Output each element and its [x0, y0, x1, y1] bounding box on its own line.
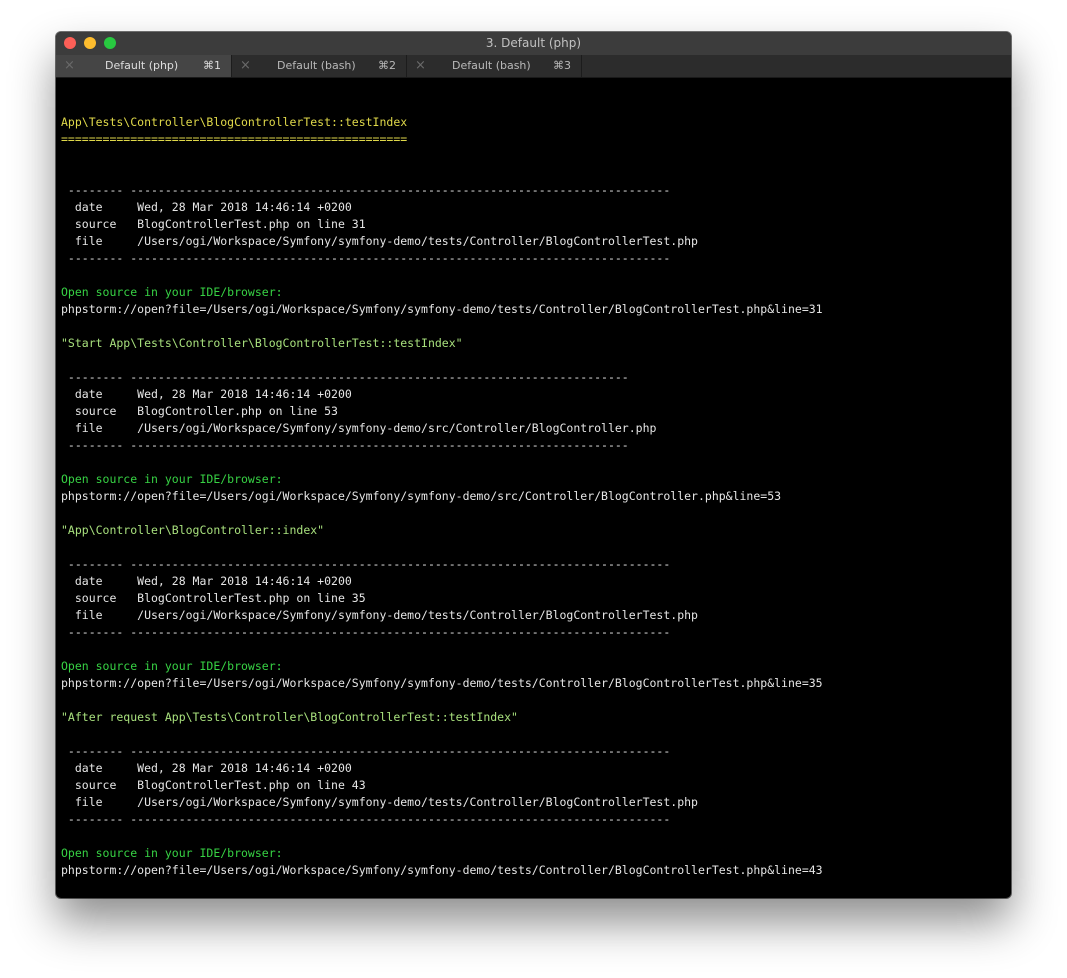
terminal-line: date Wed, 28 Mar 2018 14:46:14 +0200: [61, 387, 352, 401]
terminal-line: -------- -------------------------------…: [61, 812, 678, 826]
tab-label: Default (bash): [452, 59, 531, 72]
terminal-line: -------- -------------------------------…: [61, 744, 678, 758]
terminal-line: "After request App\Tests\Controller\Blog…: [61, 710, 518, 724]
close-icon[interactable]: ×: [64, 58, 75, 73]
terminal-output[interactable]: App\Tests\Controller\BlogControllerTest:…: [61, 97, 823, 898]
terminal-line: file /Users/ogi/Workspace/Symfony/symfon…: [61, 795, 698, 809]
terminal-line: phpstorm://open?file=/Users/ogi/Workspac…: [61, 676, 823, 690]
terminal-line: source BlogControllerTest.php on line 35: [61, 591, 366, 605]
tab-shortcut: ⌘2: [378, 59, 396, 72]
terminal-line: file /Users/ogi/Workspace/Symfony/symfon…: [61, 234, 698, 248]
terminal-line: file /Users/ogi/Workspace/Symfony/symfon…: [61, 421, 657, 435]
title-bar: 3. Default (php): [56, 32, 1011, 55]
tab-shortcut: ⌘3: [553, 59, 571, 72]
terminal-line: Open source in your IDE/browser:: [61, 472, 283, 486]
terminal-line: source BlogControllerTest.php on line 31: [61, 217, 366, 231]
terminal-line: Open source in your IDE/browser:: [61, 846, 283, 860]
terminal-line: Open source in your IDE/browser:: [61, 285, 283, 299]
tab-default-php[interactable]: × Default (php) ⌘1: [56, 55, 232, 77]
terminal-line: source BlogControllerTest.php on line 43: [61, 778, 366, 792]
terminal-line: ========================================…: [61, 132, 408, 146]
terminal-line: -------- -------------------------------…: [61, 625, 678, 639]
terminal-line: date Wed, 28 Mar 2018 14:46:14 +0200: [61, 761, 352, 775]
close-icon[interactable]: ×: [240, 58, 251, 73]
tab-default-bash-3[interactable]: × Default (bash) ⌘3: [407, 55, 582, 77]
terminal-line: -------- -------------------------------…: [61, 251, 678, 265]
terminal-line: "Start App\Tests\Controller\BlogControll…: [61, 336, 463, 350]
terminal-line: "End App\Tests\Controller\BlogController…: [61, 896, 823, 898]
terminal-line: -------- -------------------------------…: [61, 183, 678, 197]
terminal-line: source BlogController.php on line 53: [61, 404, 338, 418]
tab-shortcut: ⌘1: [203, 59, 221, 72]
terminal-line: date Wed, 28 Mar 2018 14:46:14 +0200: [61, 574, 352, 588]
close-icon[interactable]: ×: [415, 58, 426, 73]
tab-label: Default (bash): [277, 59, 356, 72]
terminal-line: -------- -------------------------------…: [61, 370, 636, 384]
tab-bar: × Default (php) ⌘1 × Default (bash) ⌘2 ×…: [56, 55, 1011, 78]
window-title: 3. Default (php): [485, 36, 582, 50]
terminal-line: phpstorm://open?file=/Users/ogi/Workspac…: [61, 489, 782, 503]
terminal-line: Open source in your IDE/browser:: [61, 659, 283, 673]
terminal-line: -------- -------------------------------…: [61, 557, 678, 571]
terminal-line: App\Tests\Controller\BlogControllerTest:…: [61, 115, 408, 129]
tab-label: Default (php): [105, 59, 179, 72]
terminal-line: "App\Controller\BlogController::index": [61, 523, 325, 537]
terminal-line: file /Users/ogi/Workspace/Symfony/symfon…: [61, 608, 698, 622]
terminal-line: phpstorm://open?file=/Users/ogi/Workspac…: [61, 302, 823, 316]
terminal-line: -------- -------------------------------…: [61, 438, 636, 452]
tab-default-bash-2[interactable]: × Default (bash) ⌘2: [232, 55, 407, 77]
terminal-line: phpstorm://open?file=/Users/ogi/Workspac…: [61, 863, 823, 877]
terminal-window: 3. Default (php) × Default (php) ⌘1 × De…: [56, 32, 1011, 898]
terminal-line: date Wed, 28 Mar 2018 14:46:14 +0200: [61, 200, 352, 214]
